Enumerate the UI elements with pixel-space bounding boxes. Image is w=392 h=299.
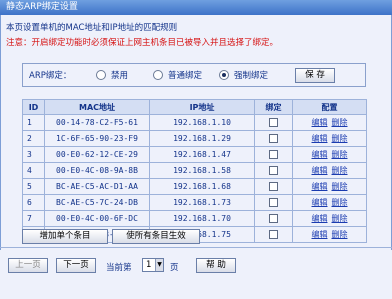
arp-binding-box: ARP绑定： 禁用 普通绑定 强制绑定 保 存 [22,63,366,87]
row-bind-cell [254,194,293,211]
row-config: 编辑 删除 [292,114,367,131]
radio-disable-label[interactable]: 禁用 [111,69,128,81]
prev-page-button[interactable]: 上一页 [8,258,48,273]
bind-checkbox[interactable] [269,230,278,239]
current-page-prefix: 当前第 [106,263,132,273]
delete-link[interactable]: 删除 [332,134,348,143]
edit-link[interactable]: 编辑 [312,166,328,175]
bind-checkbox[interactable] [269,166,278,175]
enable-all-button[interactable]: 使所有条目生效 [112,229,200,244]
arp-table: ID MAC地址 IP地址 绑定 配置 1 00-14-78-C2-F5-61 19… [22,99,367,243]
row-config: 编辑 删除 [292,210,367,227]
delete-link[interactable]: 删除 [332,166,348,175]
row-mac: 00-14-78-C2-F5-61 [44,114,150,131]
edit-link[interactable]: 编辑 [312,150,328,159]
bind-checkbox[interactable] [269,150,278,159]
row-id: 4 [22,162,45,179]
delete-link[interactable]: 删除 [332,182,348,191]
radio-force-binding[interactable] [219,70,229,80]
save-button[interactable]: 保 存 [295,68,335,83]
page-description: 本页设置单机的MAC地址和IP地址的匹配规则 [6,23,178,33]
row-mac: 00-E0-4C-08-9A-8B [44,162,150,179]
row-bind-cell [254,178,293,195]
table-row: 1 00-14-78-C2-F5-61 192.168.1.10 编辑 删除 [22,114,367,131]
row-id: 7 [22,210,45,227]
edit-link[interactable]: 编辑 [312,198,328,207]
page-select[interactable]: 1 ▼ [142,258,164,272]
arp-binding-label: ARP绑定： [29,71,72,81]
bind-checkbox[interactable] [269,134,278,143]
delete-link[interactable]: 删除 [332,150,348,159]
row-config: 编辑 删除 [292,178,367,195]
edit-link[interactable]: 编辑 [312,134,328,143]
header-config: 配置 [292,99,367,115]
row-id: 2 [22,130,45,147]
row-ip: 192.168.1.10 [149,114,255,131]
header-mac: MAC地址 [44,99,150,115]
page-suffix: 页 [170,263,179,273]
radio-normal-binding-label[interactable]: 普通绑定 [168,69,202,81]
row-ip: 192.168.1.68 [149,178,255,195]
window-title: 静态ARP绑定设置 [0,0,392,15]
chevron-down-icon[interactable]: ▼ [155,259,163,271]
row-config: 编辑 删除 [292,162,367,179]
delete-link[interactable]: 删除 [332,198,348,207]
row-config: 编辑 删除 [292,146,367,163]
help-button[interactable]: 帮 助 [196,258,236,273]
row-bind-cell [254,162,293,179]
bind-checkbox[interactable] [269,198,278,207]
radio-force-binding-label[interactable]: 强制绑定 [234,69,268,81]
table-row: 5 BC-AE-C5-AC-D1-AA 192.168.1.68 编辑 删除 [22,178,367,195]
row-bind-cell [254,114,293,131]
table-row: 2 1C-6F-65-90-23-F9 192.168.1.29 编辑 删除 [22,130,367,147]
edit-link[interactable]: 编辑 [312,214,328,223]
edit-link[interactable]: 编辑 [312,118,328,127]
row-bind-cell [254,226,293,243]
row-ip: 192.168.1.70 [149,210,255,227]
delete-link[interactable]: 删除 [332,230,348,239]
add-entry-button[interactable]: 增加单个条目 [22,229,108,244]
row-mac: 00-E0-62-12-CE-29 [44,146,150,163]
table-row: 7 00-E0-4C-00-6F-DC 192.168.1.70 编辑 删除 [22,210,367,227]
bind-checkbox[interactable] [269,118,278,127]
bind-checkbox[interactable] [269,214,278,223]
row-bind-cell [254,210,293,227]
edit-link[interactable]: 编辑 [312,230,328,239]
row-ip: 192.168.1.73 [149,194,255,211]
radio-normal-binding[interactable] [153,70,163,80]
pagination-bar: 上一页 下一页 当前第 1 ▼ 页 帮 助 [0,250,392,299]
table-row: 4 00-E0-4C-08-9A-8B 192.168.1.58 编辑 删除 [22,162,367,179]
table-header-row: ID MAC地址 IP地址 绑定 配置 [22,99,367,115]
next-page-button[interactable]: 下一页 [56,258,96,273]
row-id: 6 [22,194,45,211]
edit-link[interactable]: 编辑 [312,182,328,191]
row-id: 1 [22,114,45,131]
row-config: 编辑 删除 [292,194,367,211]
delete-link[interactable]: 删除 [332,118,348,127]
row-mac: 00-E0-4C-00-6F-DC [44,210,150,227]
header-ip: IP地址 [149,99,255,115]
delete-link[interactable]: 删除 [332,214,348,223]
radio-disable[interactable] [96,70,106,80]
row-ip: 192.168.1.47 [149,146,255,163]
bind-checkbox[interactable] [269,182,278,191]
row-mac: 1C-6F-65-90-23-F9 [44,130,150,147]
table-row: 3 00-E0-62-12-CE-29 192.168.1.47 编辑 删除 [22,146,367,163]
row-ip: 192.168.1.58 [149,162,255,179]
header-bind: 绑定 [254,99,293,115]
row-config: 编辑 删除 [292,226,367,243]
page-select-value: 1 [146,260,152,270]
warning-note: 注意：开启绑定功能时必须保证上网主机条目已被导入并且选择了绑定。 [6,38,279,48]
row-ip: 192.168.1.29 [149,130,255,147]
row-config: 编辑 删除 [292,130,367,147]
row-bind-cell [254,146,293,163]
row-mac: BC-AE-C5-AC-D1-AA [44,178,150,195]
header-id: ID [22,99,45,115]
table-row: 6 BC-AE-C5-7C-24-DB 192.168.1.73 编辑 删除 [22,194,367,211]
row-mac: BC-AE-C5-7C-24-DB [44,194,150,211]
row-id: 3 [22,146,45,163]
row-id: 5 [22,178,45,195]
row-bind-cell [254,130,293,147]
footer-divider [0,247,392,248]
